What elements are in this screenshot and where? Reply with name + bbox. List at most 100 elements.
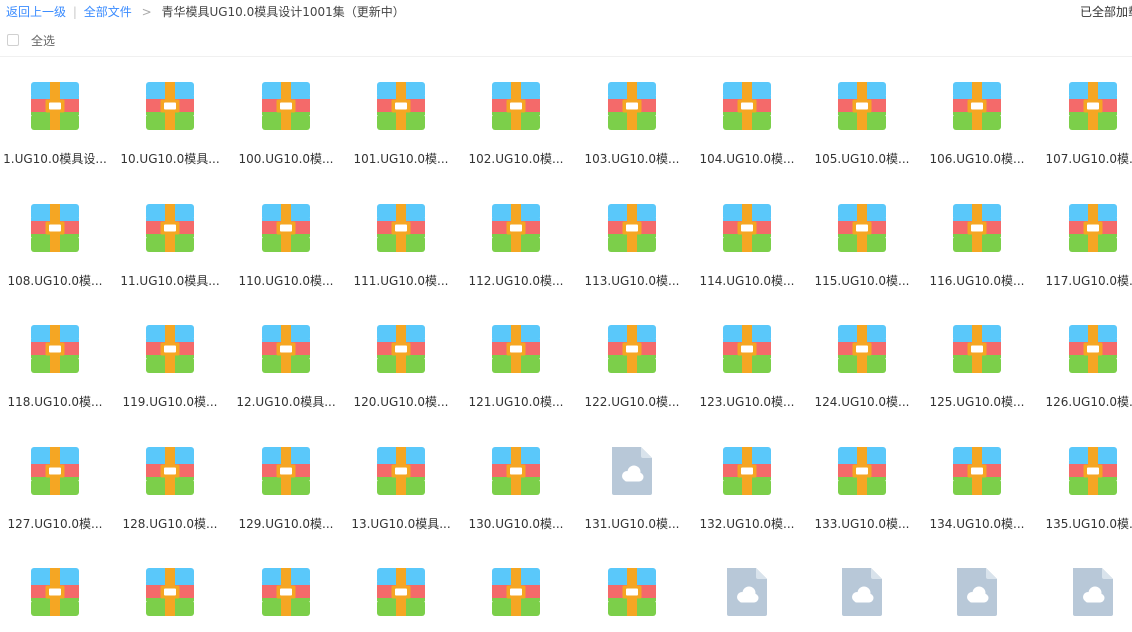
archive-icon xyxy=(1069,204,1117,252)
file-name: 134.UG10.0模... xyxy=(929,517,1025,531)
file-name: 125.UG10.0模... xyxy=(929,395,1025,409)
file-tile[interactable]: 111.UG10.0模... xyxy=(346,182,456,292)
cloud-file-icon xyxy=(1069,568,1117,616)
archive-icon xyxy=(838,82,886,130)
file-tile[interactable]: 127.UG10.0模... xyxy=(0,425,110,535)
file-tile[interactable]: 108.UG10.0模... xyxy=(0,182,110,292)
archive-icon xyxy=(723,447,771,495)
select-all-label[interactable]: 全选 xyxy=(31,32,55,49)
archive-icon xyxy=(146,568,194,616)
file-name: 11.UG10.0模具... xyxy=(120,274,220,288)
archive-icon xyxy=(608,82,656,130)
file-tile[interactable] xyxy=(0,546,110,632)
file-name: 103.UG10.0模... xyxy=(584,152,680,166)
file-tile[interactable]: 131.UG10.0模... xyxy=(577,425,687,535)
file-name: 13.UG10.0模具... xyxy=(351,517,451,531)
file-tile[interactable]: 125.UG10.0模... xyxy=(922,303,1032,413)
archive-icon xyxy=(838,447,886,495)
archive-icon xyxy=(377,568,425,616)
file-tile[interactable]: 115.UG10.0模... xyxy=(807,182,917,292)
file-tile[interactable] xyxy=(231,546,341,632)
file-tile[interactable] xyxy=(577,546,687,632)
file-name: 113.UG10.0模... xyxy=(584,274,680,288)
file-tile[interactable]: 132.UG10.0模... xyxy=(692,425,802,535)
file-tile[interactable]: 13.UG10.0模具... xyxy=(346,425,456,535)
file-tile[interactable]: 124.UG10.0模... xyxy=(807,303,917,413)
breadcrumb: 返回上一级 | 全部文件 > 青华模具UG10.0模具设计1001集（更新中） xyxy=(6,0,405,24)
file-name: 129.UG10.0模... xyxy=(238,517,334,531)
file-tile[interactable] xyxy=(922,546,1032,632)
file-tile[interactable]: 118.UG10.0模... xyxy=(0,303,110,413)
file-tile[interactable]: 106.UG10.0模... xyxy=(922,60,1032,170)
file-tile[interactable]: 119.UG10.0模... xyxy=(115,303,225,413)
file-tile[interactable]: 102.UG10.0模... xyxy=(461,60,571,170)
file-tile[interactable]: 114.UG10.0模... xyxy=(692,182,802,292)
file-tile[interactable]: 134.UG10.0模... xyxy=(922,425,1032,535)
file-name: 117.UG10.0模... xyxy=(1045,274,1132,288)
archive-icon xyxy=(608,204,656,252)
file-tile[interactable]: 120.UG10.0模... xyxy=(346,303,456,413)
file-name: 127.UG10.0模... xyxy=(7,517,103,531)
file-name: 120.UG10.0模... xyxy=(353,395,449,409)
file-tile[interactable]: 10.UG10.0模具... xyxy=(115,60,225,170)
back-link[interactable]: 返回上一级 xyxy=(6,5,66,19)
archive-icon xyxy=(31,204,79,252)
file-name: 123.UG10.0模... xyxy=(699,395,795,409)
file-tile[interactable]: 112.UG10.0模... xyxy=(461,182,571,292)
file-name: 106.UG10.0模... xyxy=(929,152,1025,166)
file-name: 104.UG10.0模... xyxy=(699,152,795,166)
file-tile[interactable]: 133.UG10.0模... xyxy=(807,425,917,535)
file-tile[interactable]: 130.UG10.0模... xyxy=(461,425,571,535)
file-name: 122.UG10.0模... xyxy=(584,395,680,409)
file-name: 107.UG10.0模... xyxy=(1045,152,1132,166)
archive-icon xyxy=(492,204,540,252)
file-tile[interactable] xyxy=(692,546,802,632)
file-name: 102.UG10.0模... xyxy=(468,152,564,166)
archive-icon xyxy=(838,325,886,373)
file-tile[interactable]: 135.UG10.0模... xyxy=(1038,425,1132,535)
file-tile[interactable]: 113.UG10.0模... xyxy=(577,182,687,292)
current-folder-title: 青华模具UG10.0模具设计1001集（更新中） xyxy=(161,5,405,19)
file-name: 132.UG10.0模... xyxy=(699,517,795,531)
archive-icon xyxy=(31,82,79,130)
archive-icon xyxy=(608,568,656,616)
file-tile[interactable] xyxy=(461,546,571,632)
file-tile[interactable]: 110.UG10.0模... xyxy=(231,182,341,292)
file-tile[interactable] xyxy=(115,546,225,632)
archive-icon xyxy=(377,447,425,495)
file-tile[interactable]: 123.UG10.0模... xyxy=(692,303,802,413)
file-tile[interactable]: 100.UG10.0模... xyxy=(231,60,341,170)
file-name: 124.UG10.0模... xyxy=(814,395,910,409)
file-tile[interactable] xyxy=(807,546,917,632)
file-tile[interactable] xyxy=(346,546,456,632)
file-tile[interactable]: 122.UG10.0模... xyxy=(577,303,687,413)
archive-icon xyxy=(492,447,540,495)
archive-icon xyxy=(953,82,1001,130)
file-tile[interactable]: 104.UG10.0模... xyxy=(692,60,802,170)
file-tile[interactable]: 12.UG10.0模具... xyxy=(231,303,341,413)
file-tile[interactable]: 129.UG10.0模... xyxy=(231,425,341,535)
select-all-checkbox[interactable] xyxy=(7,34,19,46)
file-tile[interactable]: 117.UG10.0模... xyxy=(1038,182,1132,292)
file-name: 126.UG10.0模... xyxy=(1045,395,1132,409)
file-tile[interactable]: 121.UG10.0模... xyxy=(461,303,571,413)
file-name: 12.UG10.0模具... xyxy=(236,395,336,409)
file-tile[interactable] xyxy=(1038,546,1132,632)
file-tile[interactable]: 128.UG10.0模... xyxy=(115,425,225,535)
archive-icon xyxy=(492,82,540,130)
file-tile[interactable]: 103.UG10.0模... xyxy=(577,60,687,170)
cloud-file-icon xyxy=(608,447,656,495)
file-tile[interactable]: 101.UG10.0模... xyxy=(346,60,456,170)
file-tile[interactable]: 1.UG10.0模具设... xyxy=(0,60,110,170)
file-tile[interactable]: 11.UG10.0模具... xyxy=(115,182,225,292)
file-name: 131.UG10.0模... xyxy=(584,517,680,531)
all-files-link[interactable]: 全部文件 xyxy=(84,5,132,19)
file-tile[interactable]: 105.UG10.0模... xyxy=(807,60,917,170)
file-tile[interactable]: 126.UG10.0模... xyxy=(1038,303,1132,413)
file-tile[interactable]: 107.UG10.0模... xyxy=(1038,60,1132,170)
archive-icon xyxy=(146,204,194,252)
file-name: 1.UG10.0模具设... xyxy=(3,152,107,166)
file-name: 133.UG10.0模... xyxy=(814,517,910,531)
file-tile[interactable]: 116.UG10.0模... xyxy=(922,182,1032,292)
loaded-status-text: 已全部加载 xyxy=(1079,5,1132,19)
